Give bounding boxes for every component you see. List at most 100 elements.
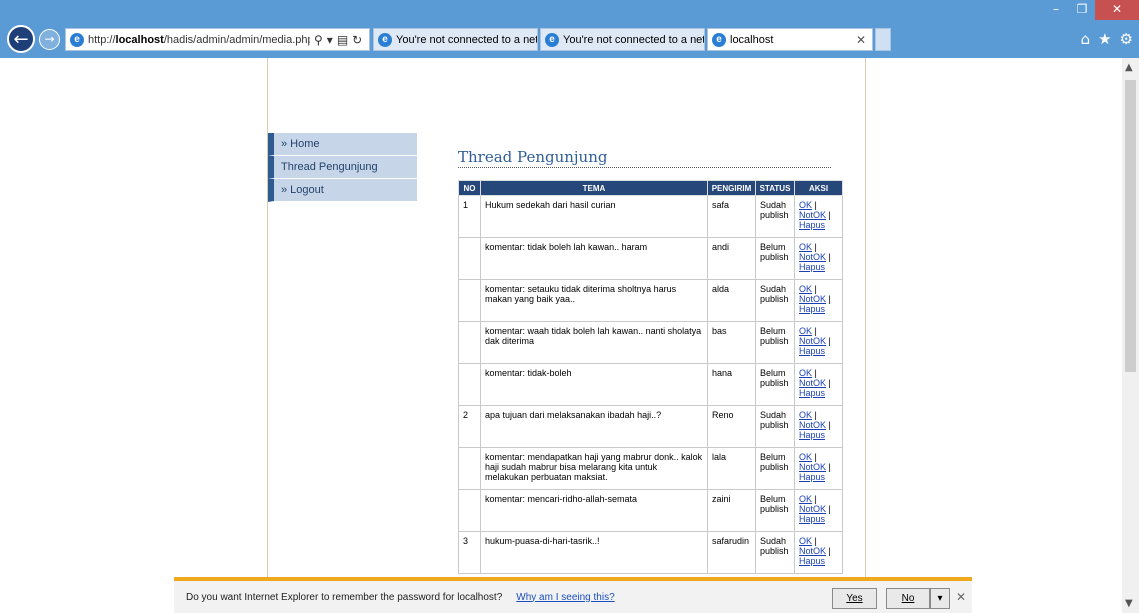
row-tema: komentar: mencari-ridho-allah-semata [480, 489, 708, 532]
hapus-link[interactable]: Hapus [799, 514, 825, 524]
column-header: AKSI [794, 180, 843, 196]
scroll-down-icon[interactable]: ▼ [1125, 598, 1133, 609]
restore-icon[interactable]: ❐ [1069, 0, 1095, 20]
row-status: Sudah publish [755, 531, 795, 574]
scroll-up-icon[interactable]: ▲ [1125, 62, 1133, 73]
navigation-bar: ← → e http://localhost/hadis/admin/admin… [0, 24, 1139, 54]
favorites-star-icon[interactable]: ★ [1098, 30, 1111, 48]
search-icon[interactable]: ⚲ [314, 33, 323, 47]
notok-link[interactable]: NotOK [799, 420, 826, 430]
row-status: Belum publish [755, 363, 795, 406]
table-header-row: NO TEMA PENGIRIM STATUS AKSI [458, 180, 843, 196]
menu-item-thread-pengunjung[interactable]: Thread Pengunjung [268, 156, 417, 179]
compat-view-icon[interactable]: ▤ [337, 33, 348, 47]
notok-link[interactable]: NotOK [799, 462, 826, 472]
row-number: 1 [458, 195, 481, 238]
browser-tab[interactable]: e You're not connected to a net... [540, 28, 705, 51]
column-header: TEMA [480, 180, 708, 196]
row-actions: OK | NotOK | Hapus [794, 405, 843, 448]
ok-link[interactable]: OK [799, 410, 812, 420]
separator: | [828, 294, 831, 304]
no-options-dropdown[interactable]: ▾ [930, 588, 950, 609]
row-tema: hukum-puasa-di-hari-tasrik..! [480, 531, 708, 574]
notok-link[interactable]: NotOK [799, 504, 826, 514]
yes-button[interactable]: Yes [832, 588, 877, 609]
row-status: Belum publish [755, 237, 795, 280]
row-actions: OK | NotOK | Hapus [794, 531, 843, 574]
forward-button[interactable]: → [39, 29, 60, 50]
hapus-link[interactable]: Hapus [799, 388, 825, 398]
browser-tab-active[interactable]: e localhost ✕ [707, 28, 873, 51]
ok-link[interactable]: OK [799, 494, 812, 504]
ok-link[interactable]: OK [799, 452, 812, 462]
close-window-icon[interactable]: ✕ [1095, 0, 1139, 20]
address-url[interactable]: http://localhost/hadis/admin/admin/media… [88, 34, 310, 46]
separator: | [828, 462, 831, 472]
hapus-link[interactable]: Hapus [799, 346, 825, 356]
notok-link[interactable]: NotOK [799, 252, 826, 262]
row-actions: OK | NotOK | Hapus [794, 279, 843, 322]
page-container: » Home Thread Pengunjung » Logout Thread… [267, 58, 866, 578]
row-number: 2 [458, 405, 481, 448]
gear-icon[interactable]: ⚙ [1120, 30, 1133, 48]
row-pengirim: safa [707, 195, 756, 238]
row-number [458, 279, 481, 322]
row-number [458, 363, 481, 406]
row-status: Sudah publish [755, 195, 795, 238]
scroll-thumb[interactable] [1125, 80, 1136, 372]
hapus-link[interactable]: Hapus [799, 472, 825, 482]
ok-link[interactable]: OK [799, 284, 812, 294]
row-tema: apa tujuan dari melaksanakan ibadah haji… [480, 405, 708, 448]
notification-message: Do you want Internet Explorer to remembe… [186, 591, 503, 603]
row-pengirim: safarudin [707, 531, 756, 574]
separator: | [814, 326, 817, 336]
no-button[interactable]: No [886, 588, 930, 609]
row-actions: OK | NotOK | Hapus [794, 321, 843, 364]
refresh-icon[interactable]: ↻ [352, 33, 362, 47]
notok-link[interactable]: NotOK [799, 210, 826, 220]
back-button[interactable]: ← [7, 25, 35, 53]
separator: | [828, 210, 831, 220]
row-number [458, 237, 481, 280]
hapus-link[interactable]: Hapus [799, 262, 825, 272]
close-icon[interactable]: ✕ [956, 590, 966, 604]
page-title: Thread Pengunjung [458, 148, 831, 168]
notok-link[interactable]: NotOK [799, 546, 826, 556]
hapus-link[interactable]: Hapus [799, 430, 825, 440]
vertical-scrollbar[interactable]: ▲ ▼ [1122, 58, 1139, 613]
hapus-link[interactable]: Hapus [799, 556, 825, 566]
separator: | [828, 504, 831, 514]
separator: | [828, 378, 831, 388]
ok-link[interactable]: OK [799, 536, 812, 546]
separator: | [814, 368, 817, 378]
notok-link[interactable]: NotOK [799, 294, 826, 304]
address-bar[interactable]: e http://localhost/hadis/admin/admin/med… [65, 28, 370, 51]
browser-tab[interactable]: e You're not connected to a net... [373, 28, 538, 51]
new-tab-button[interactable] [875, 28, 891, 51]
table-row: 3 hukum-puasa-di-hari-tasrik..! safarudin S… [458, 531, 843, 574]
notok-link[interactable]: NotOK [799, 336, 826, 346]
row-status: Sudah publish [755, 405, 795, 448]
minimize-icon[interactable]: – [1043, 0, 1069, 20]
hapus-link[interactable]: Hapus [799, 220, 825, 230]
why-link[interactable]: Why am I seeing this? [516, 592, 614, 603]
row-pengirim: alda [707, 279, 756, 322]
home-icon[interactable]: ⌂ [1081, 30, 1091, 48]
close-tab-icon[interactable]: ✕ [856, 33, 866, 47]
ok-link[interactable]: OK [799, 242, 812, 252]
row-actions: OK | NotOK | Hapus [794, 237, 843, 280]
column-header: PENGIRIM [707, 180, 756, 196]
separator: | [828, 252, 831, 262]
ok-link[interactable]: OK [799, 200, 812, 210]
menu-item-home[interactable]: » Home [268, 133, 417, 156]
ok-link[interactable]: OK [799, 326, 812, 336]
ok-link[interactable]: OK [799, 368, 812, 378]
menu-item-logout[interactable]: » Logout [268, 179, 417, 202]
table-row: komentar: tidak-boleh hana Belum publish OK… [458, 363, 843, 406]
row-tema: komentar: setauku tidak diterima sholtny… [480, 279, 708, 322]
dropdown-icon[interactable]: ▾ [327, 33, 333, 47]
hapus-link[interactable]: Hapus [799, 304, 825, 314]
notok-link[interactable]: NotOK [799, 378, 826, 388]
row-pengirim: zaini [707, 489, 756, 532]
ie-icon: e [545, 32, 559, 47]
